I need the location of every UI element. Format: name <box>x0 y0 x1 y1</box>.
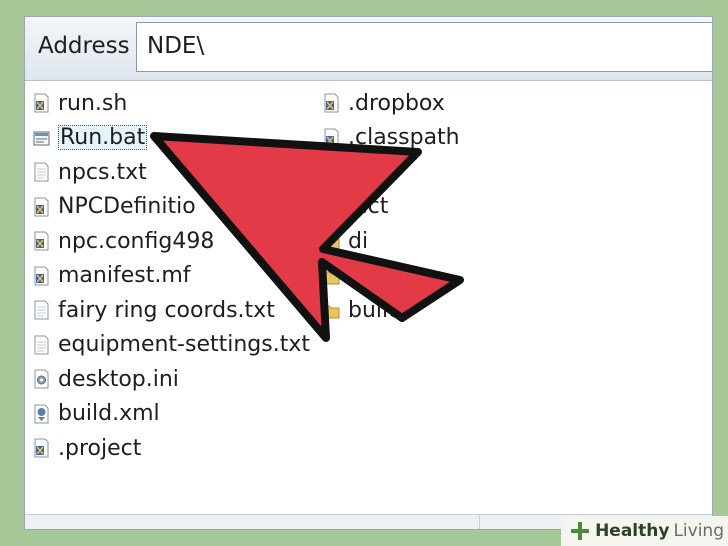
watermark-name: Healthy <box>595 521 670 541</box>
watermark: Healthy Living <box>561 516 728 546</box>
plus-icon <box>571 522 590 540</box>
pointer-arrow <box>150 132 464 342</box>
watermark-tag: Living <box>673 521 724 541</box>
arrow-shape <box>150 132 464 342</box>
